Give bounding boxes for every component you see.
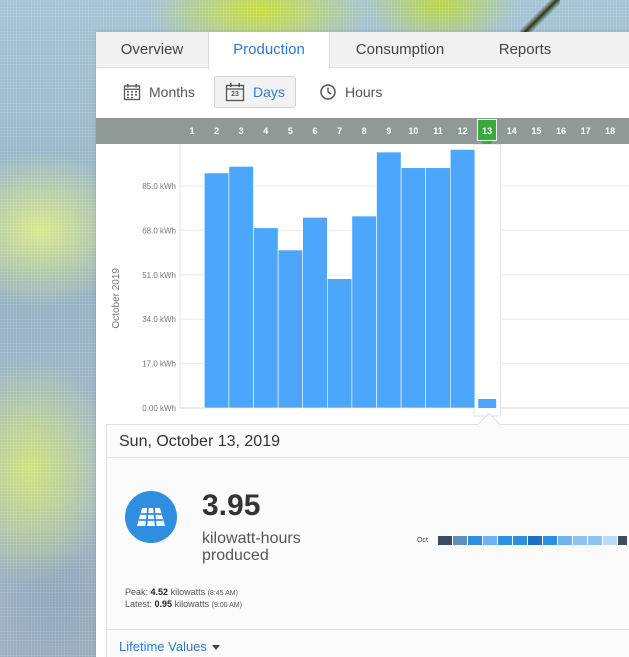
bar-day-4[interactable] xyxy=(253,227,279,409)
day-button[interactable]: 12 xyxy=(452,118,474,144)
day-button[interactable]: 9 xyxy=(378,118,400,144)
period-selector: Months 23 Days Hours xyxy=(96,69,629,117)
day-button[interactable]: 15 xyxy=(525,118,547,144)
day-button[interactable]: 7 xyxy=(329,118,351,144)
day-button[interactable]: 4 xyxy=(255,118,277,144)
month-bar-segment xyxy=(603,536,617,545)
y-tick-label: 68.0 kWh xyxy=(142,226,176,235)
peak-value: 4.52 xyxy=(150,587,169,597)
y-tick-label: 34.0 kWh xyxy=(142,315,176,324)
y-tick-label: 85.0 kWh xyxy=(142,182,176,191)
day-button[interactable]: 10 xyxy=(402,118,424,144)
production-chart-svg: 0.00 kWh 17.0 kWh 34.0 kWh 51.0 kWh 68.0 kWh… xyxy=(111,144,629,417)
bar-day-13[interactable] xyxy=(478,399,497,408)
tab-consumption[interactable]: Consumption xyxy=(330,32,470,68)
day-button[interactable]: 6 xyxy=(304,118,326,144)
tab-bar: Overview Production Consumption Reports xyxy=(96,32,629,69)
calendar-day-number: 23 xyxy=(231,91,239,98)
peak-info: Peak: 4.52 kilowatts (8:45 AM) xyxy=(125,587,238,597)
month-bar-segment xyxy=(438,536,452,545)
month-bar-segment xyxy=(468,536,482,545)
bar-day-12[interactable] xyxy=(449,149,476,409)
bar-day-3[interactable] xyxy=(228,166,254,409)
divider xyxy=(107,629,629,630)
lifetime-values-label: Lifetime Values xyxy=(119,639,207,654)
hours-label: Hours xyxy=(345,84,383,100)
bar-day-8[interactable] xyxy=(351,215,377,409)
day-button[interactable]: 1 xyxy=(181,118,203,144)
bar-day-7[interactable] xyxy=(327,278,353,409)
bar-day-10[interactable] xyxy=(400,167,427,409)
month-bar-segment xyxy=(513,536,527,545)
month-bar-segment xyxy=(573,536,587,545)
month-bar-segment xyxy=(483,536,497,545)
day-button[interactable]: 5 xyxy=(279,118,301,144)
day-button[interactable]: 8 xyxy=(353,118,375,144)
produced-unit: kilowatt-hours xyxy=(202,530,301,547)
month-bar-segment xyxy=(543,536,557,545)
month-bar-segment xyxy=(453,536,467,545)
y-tick-label: 17.0 kWh xyxy=(142,360,176,369)
bar-day-5[interactable] xyxy=(277,249,304,409)
y-tick-label: 51.0 kWh xyxy=(142,271,176,280)
latest-info: Latest: 0.95 kilowatts (9:00 AM) xyxy=(125,599,242,609)
selected-day-highlight xyxy=(473,144,501,417)
production-chart: 0.00 kWh 17.0 kWh 34.0 kWh 51.0 kWh 68.0 kWh… xyxy=(96,144,629,420)
day-detail-card: Sun, October 13, 2019 3.95 kilowatt-hour… xyxy=(106,412,629,657)
y-tick-label: 0.00 kWh xyxy=(142,404,176,413)
produced-label: produced xyxy=(202,547,269,564)
latest-unit: kilowatts xyxy=(174,599,210,609)
months-button[interactable]: Months xyxy=(112,76,206,108)
produced-value: 3.95 xyxy=(202,489,261,522)
divider xyxy=(107,457,629,458)
latest-prefix: Latest: xyxy=(125,599,153,609)
caret-down-icon xyxy=(211,645,220,650)
tab-reports[interactable]: Reports xyxy=(470,32,580,68)
bar-day-2[interactable] xyxy=(204,172,230,409)
month-bar-label: Oct xyxy=(417,537,428,544)
day-button[interactable]: 18 xyxy=(599,118,621,144)
solar-panel-icon xyxy=(125,491,177,543)
month-bar-segment xyxy=(618,536,627,545)
bar-day-9[interactable] xyxy=(376,151,402,409)
month-bar-segment xyxy=(558,536,572,545)
month-bar-segment xyxy=(498,536,512,545)
latest-time: (9:00 AM) xyxy=(211,602,242,609)
lifetime-values-dropdown[interactable]: Lifetime Values xyxy=(119,639,220,654)
day-button[interactable]: 1 xyxy=(624,118,629,144)
peak-prefix: Peak: xyxy=(125,587,149,597)
tab-production[interactable]: Production xyxy=(208,32,330,69)
hours-button[interactable]: Hours xyxy=(308,76,393,108)
month-production-bar xyxy=(438,536,628,545)
bar-day-11[interactable] xyxy=(425,167,451,409)
tab-overview[interactable]: Overview xyxy=(96,32,208,68)
day-button[interactable]: 2 xyxy=(206,118,228,144)
month-bar-segment xyxy=(588,536,602,545)
days-label: Days xyxy=(253,84,285,100)
calendar-day-icon: 23 xyxy=(225,82,245,102)
detail-date: Sun, October 13, 2019 xyxy=(119,433,280,450)
day-selector-strip: 1234567891011121314151617181 xyxy=(96,118,629,148)
day-button[interactable]: 11 xyxy=(427,118,449,144)
production-panel: Overview Production Consumption Reports xyxy=(96,32,629,657)
day-button[interactable]: 17 xyxy=(575,118,597,144)
months-label: Months xyxy=(149,84,195,100)
peak-time: (8:45 AM) xyxy=(207,590,238,597)
days-button[interactable]: 23 Days xyxy=(214,76,296,108)
peak-unit: kilowatts xyxy=(170,587,206,597)
day-button[interactable]: 16 xyxy=(550,118,572,144)
clock-icon xyxy=(319,83,337,101)
day-button-selected[interactable]: 13 xyxy=(477,119,498,141)
latest-value: 0.95 xyxy=(154,599,173,609)
background-leaf xyxy=(520,0,560,34)
day-button[interactable]: 3 xyxy=(230,118,252,144)
month-bar-segment xyxy=(528,536,542,545)
calendar-grid-icon xyxy=(123,83,141,101)
y-axis-label: October 2019 xyxy=(111,268,122,329)
bar-day-6[interactable] xyxy=(302,217,328,409)
day-button[interactable]: 14 xyxy=(501,118,523,144)
